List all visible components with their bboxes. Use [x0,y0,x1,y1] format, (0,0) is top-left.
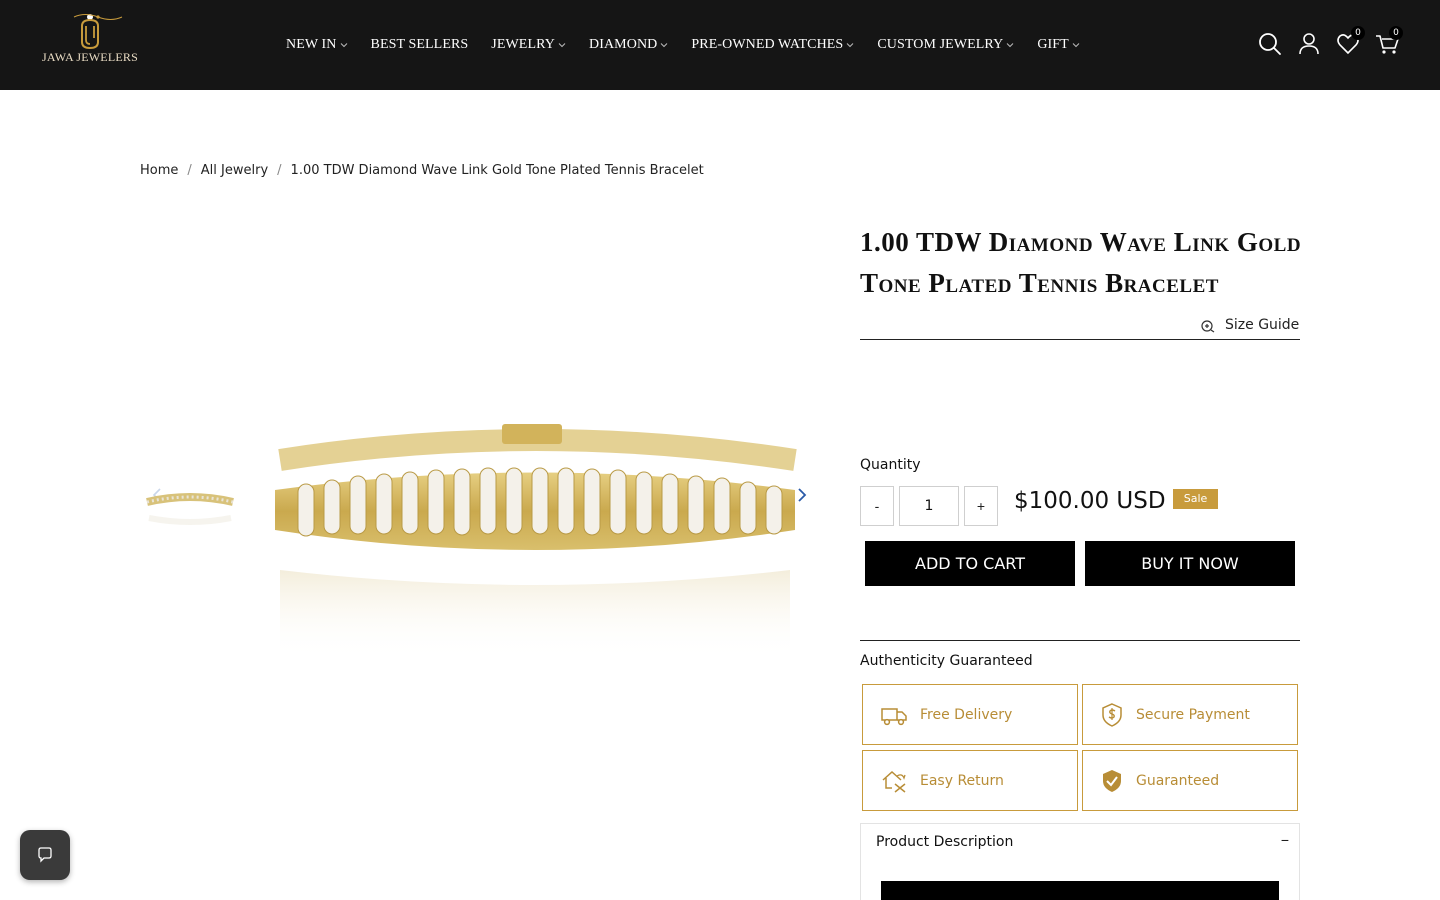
nav-label: GIFT [1037,37,1069,52]
nav-label: CUSTOM JEWELRY [877,37,1004,52]
feature-label: Free Delivery [920,706,1013,723]
buy-it-now-button[interactable]: BUY IT NOW [1085,541,1295,586]
feature-secure-payment: Secure Payment [1082,684,1298,745]
size-guide-link[interactable]: Size Guide [1200,317,1299,333]
nav-item-jewelry[interactable]: JEWELRY [491,37,566,53]
authenticity-heading: Authenticity Guaranteed [860,653,1033,669]
main-nav: NEW IN BEST SELLERS JEWELRY DIAMOND PRE-… [286,35,1103,55]
nav-label: PRE-OWNED WATCHES [691,37,844,52]
zoom-icon [1201,320,1215,333]
nav-item-pre-owned-watches[interactable]: PRE-OWNED WATCHES [691,37,854,53]
nav-label: BEST SELLERS [370,37,469,52]
return-icon [882,770,906,793]
divider [860,339,1300,340]
gallery-thumbnail[interactable] [143,478,237,538]
product-price: $100.00 USD [1014,488,1166,514]
product-main-image[interactable] [270,400,800,680]
chevron-down-icon [340,43,347,48]
feature-easy-return: Easy Return [862,750,1078,811]
nav-item-diamond[interactable]: DIAMOND [589,37,668,53]
chevron-down-icon [661,43,668,48]
chevron-down-icon [1072,43,1080,48]
nav-label: DIAMOND [589,37,658,52]
brand-name: JAWA JEWELERS [42,50,138,64]
logo-flourish-icon [73,14,123,20]
nav-item-best-sellers[interactable]: BEST SELLERS [371,37,469,53]
chevron-down-icon [846,43,854,48]
quantity-increment-button[interactable]: + [964,486,998,526]
product-description-title[interactable]: Product Description [876,834,1013,850]
gallery-next-arrow-icon[interactable] [795,486,809,504]
accordion-toggle[interactable]: − [1281,832,1289,848]
feature-label: Guaranteed [1136,772,1220,789]
nav-item-new-in[interactable]: NEW IN [286,37,348,53]
breadcrumb-home[interactable]: Home [140,163,178,178]
search-button[interactable] [1256,30,1284,58]
sale-badge: Sale [1173,489,1218,509]
quantity-decrement-button[interactable]: - [860,486,894,526]
feature-label: Secure Payment [1136,706,1250,723]
delivery-truck-icon [881,707,907,725]
bracelet-image [275,424,797,660]
nav-label: JEWELRY [491,37,555,52]
quantity-label: Quantity [860,457,921,473]
cart-count-badge: 0 [1389,26,1403,40]
user-icon [1299,33,1319,55]
size-guide-label: Size Guide [1225,317,1300,333]
feature-guaranteed: Guaranteed [1082,750,1298,811]
breadcrumb-separator: / [277,163,282,178]
breadcrumb-current: 1.00 TDW Diamond Wave Link Gold Tone Pla… [290,163,704,178]
chevron-down-icon [1006,43,1014,48]
search-icon [1259,33,1281,55]
breadcrumb-separator: / [187,163,192,178]
brand-logo[interactable]: JAWA JEWELERS [42,12,138,78]
site-header: JAWA JEWELERS NEW IN BEST SELLERS JEWELR… [0,0,1440,90]
product-description-accordion: Product Description − [860,823,1300,900]
feature-free-delivery: Free Delivery [862,684,1078,745]
quantity-input[interactable] [899,486,959,526]
description-content-banner [881,881,1279,900]
nav-item-gift[interactable]: GIFT [1037,37,1080,53]
wishlist-count-badge: 0 [1351,26,1365,40]
chat-bubble-icon [38,847,52,863]
cart-button[interactable]: 0 [1374,26,1403,58]
wishlist-button[interactable]: 0 [1336,26,1365,58]
chevron-down-icon [558,43,566,48]
feature-label: Easy Return [920,772,1004,789]
bracelet-thumbnail-image [146,493,234,525]
nav-label: NEW IN [286,37,337,52]
chat-button[interactable] [20,830,70,880]
divider [860,640,1300,641]
nav-item-custom-jewelry[interactable]: CUSTOM JEWELRY [877,37,1014,53]
shield-dollar-icon [1102,702,1122,727]
breadcrumb-category[interactable]: All Jewelry [201,163,268,178]
product-title: 1.00 TDW Diamond Wave Link Gold Tone Pla… [860,227,1302,298]
account-button[interactable] [1296,30,1324,58]
breadcrumb: Home / All Jewelry / 1.00 TDW Diamond Wa… [140,163,704,178]
add-to-cart-button[interactable]: ADD TO CART [865,541,1075,586]
badge-check-icon [1103,769,1121,792]
